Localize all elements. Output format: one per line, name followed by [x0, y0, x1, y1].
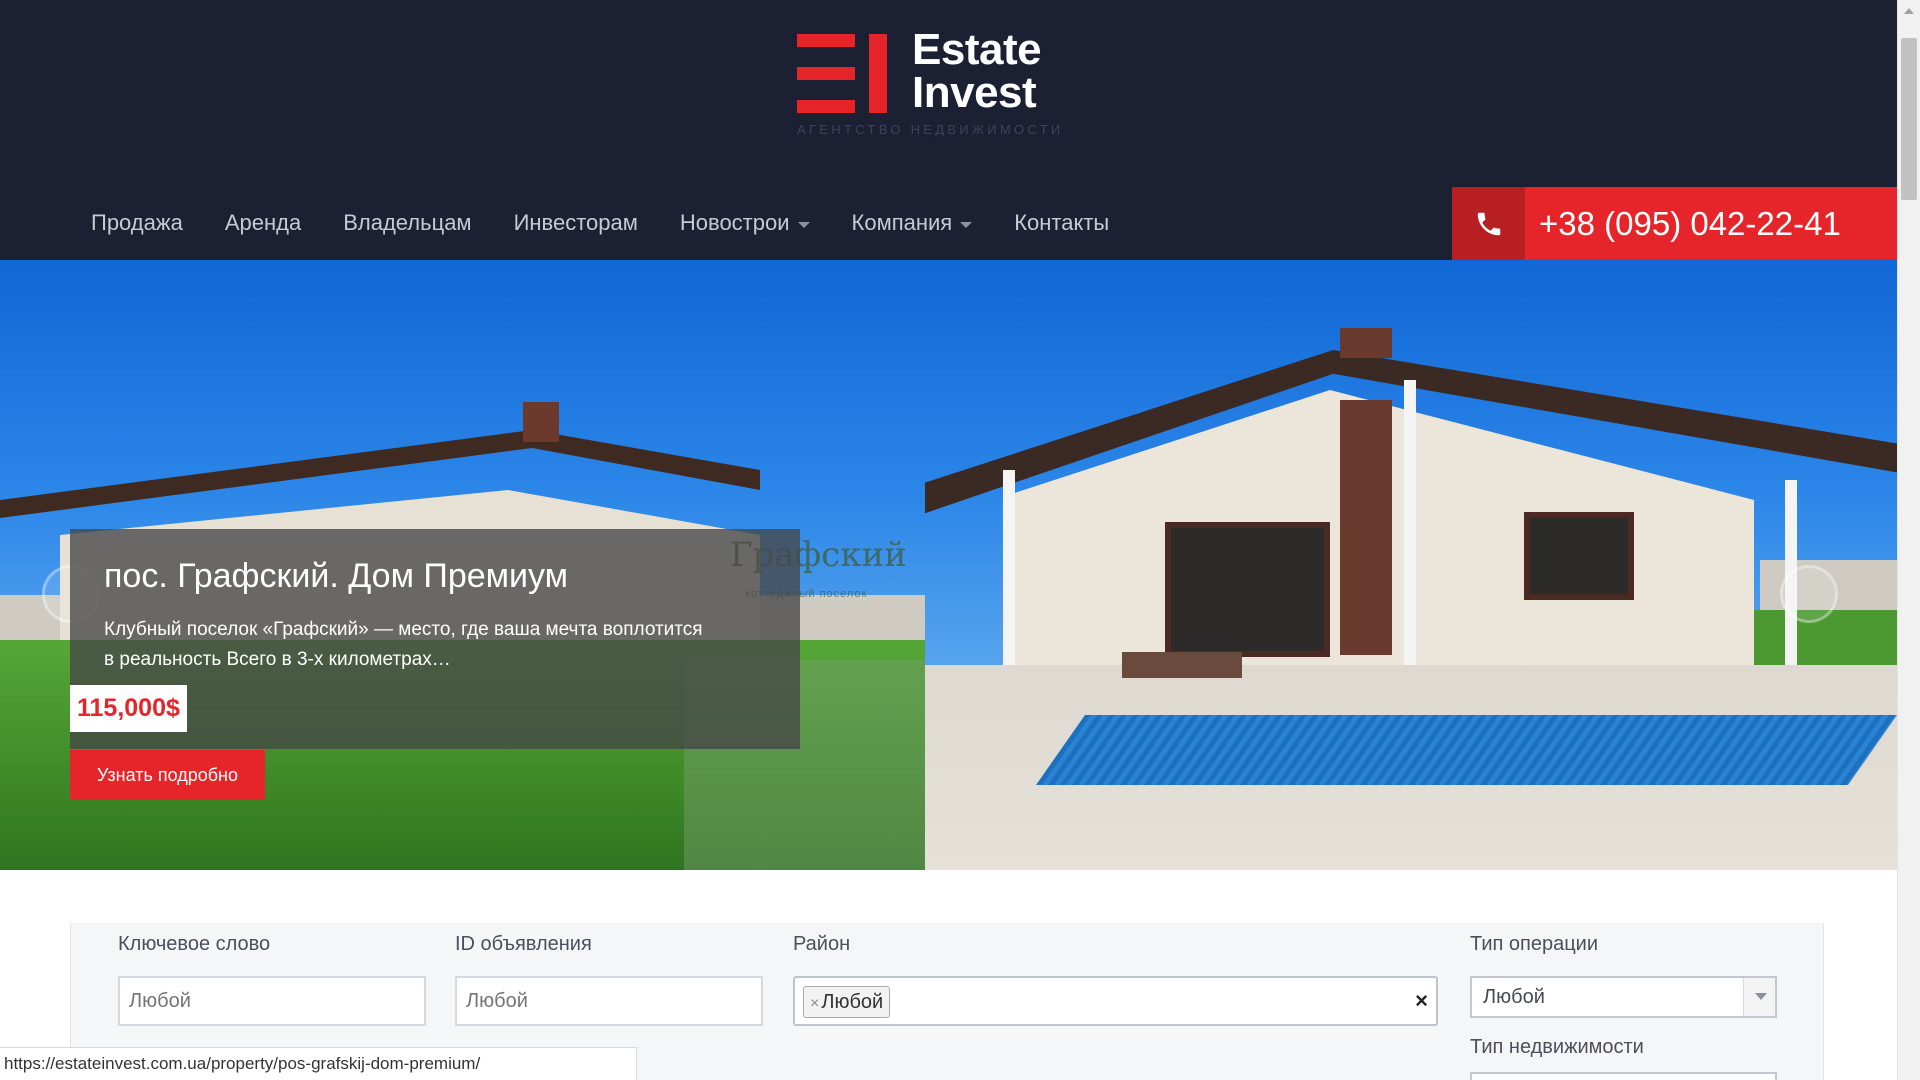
clear-icon[interactable]: × — [1415, 988, 1428, 1014]
main-nav: Продажа Аренда Владельцам Инвесторам Нов… — [70, 205, 1130, 241]
logo-mark-icon — [797, 34, 889, 114]
slide-brick-column — [1340, 400, 1392, 655]
site-logo[interactable]: Estate Invest АГЕНТСТВО НЕДВИЖИМОСТИ — [797, 25, 1067, 140]
slide-pool — [1035, 715, 1897, 785]
page-scrollbar[interactable] — [1897, 0, 1920, 1080]
property-type-select[interactable] — [1470, 1072, 1777, 1080]
logo-name-line1: Estate — [912, 25, 1042, 74]
price-badge: 115,000$ — [70, 685, 187, 732]
slide-description: Клубный поселок «Графский» — место, где … — [104, 619, 703, 670]
nav-item-contacts[interactable]: Контакты — [993, 205, 1130, 241]
logo-name-line2: Invest — [912, 68, 1037, 117]
chevron-down-icon[interactable] — [1743, 978, 1775, 1016]
keyword-label: Ключевое слово — [118, 933, 271, 955]
phone-icon — [1477, 212, 1500, 235]
remove-tag-icon[interactable]: × — [810, 995, 819, 1012]
district-tag[interactable]: × Любой — [803, 986, 891, 1018]
nav-item-company[interactable]: Компания — [831, 205, 994, 241]
nav-item-investors[interactable]: Инвесторам — [493, 205, 659, 241]
nav-item-rent[interactable]: Аренда — [204, 205, 322, 241]
scrollbar-thumb[interactable] — [1901, 38, 1917, 200]
nav-item-sale[interactable]: Продажа — [70, 205, 204, 241]
property-type-label: Тип недвижимости — [1470, 1036, 1644, 1058]
slide-title: пос. Графский. Дом Премиум — [104, 557, 569, 595]
logo-tagline: АГЕНТСТВО НЕДВИЖИМОСТИ — [797, 122, 1064, 137]
details-button[interactable]: Узнать подробно — [70, 750, 265, 800]
site-header: Estate Invest АГЕНТСТВО НЕДВИЖИМОСТИ Про… — [0, 0, 1897, 260]
scroll-up-icon[interactable] — [1904, 8, 1914, 14]
operation-type-select[interactable]: Любой — [1470, 976, 1777, 1018]
chevron-down-icon — [797, 222, 810, 228]
slide-window — [1524, 512, 1634, 600]
chevron-down-icon — [960, 222, 973, 228]
operation-type-label: Тип операции — [1470, 933, 1599, 955]
slide-glass-door — [1165, 522, 1330, 657]
logo-name: Estate Invest — [912, 25, 1042, 117]
listing-id-label: ID объявления — [455, 933, 592, 955]
keyword-input[interactable] — [118, 976, 426, 1026]
slide-chimney-right — [1340, 328, 1392, 358]
slide-pillar — [1003, 470, 1015, 670]
listing-id-input[interactable] — [455, 976, 763, 1026]
slide-pillar — [1404, 380, 1416, 670]
district-multiselect[interactable]: × Любой × — [793, 976, 1438, 1026]
district-label: Район — [793, 933, 851, 955]
phone-number: +38 (095) 042-22-41 — [1539, 204, 1841, 242]
slide-steps — [1122, 652, 1242, 678]
phone-cta[interactable]: +38 (095) 042-22-41 — [1452, 187, 1897, 260]
slide-chimney-left — [523, 402, 559, 442]
slider-next-button[interactable] — [1780, 565, 1838, 623]
phone-icon-box — [1452, 187, 1525, 260]
nav-item-new-buildings[interactable]: Новострои — [659, 205, 831, 241]
browser-status-url: https://estateinvest.com.ua/property/pos… — [0, 1047, 637, 1080]
nav-item-owners[interactable]: Владельцам — [322, 205, 492, 241]
